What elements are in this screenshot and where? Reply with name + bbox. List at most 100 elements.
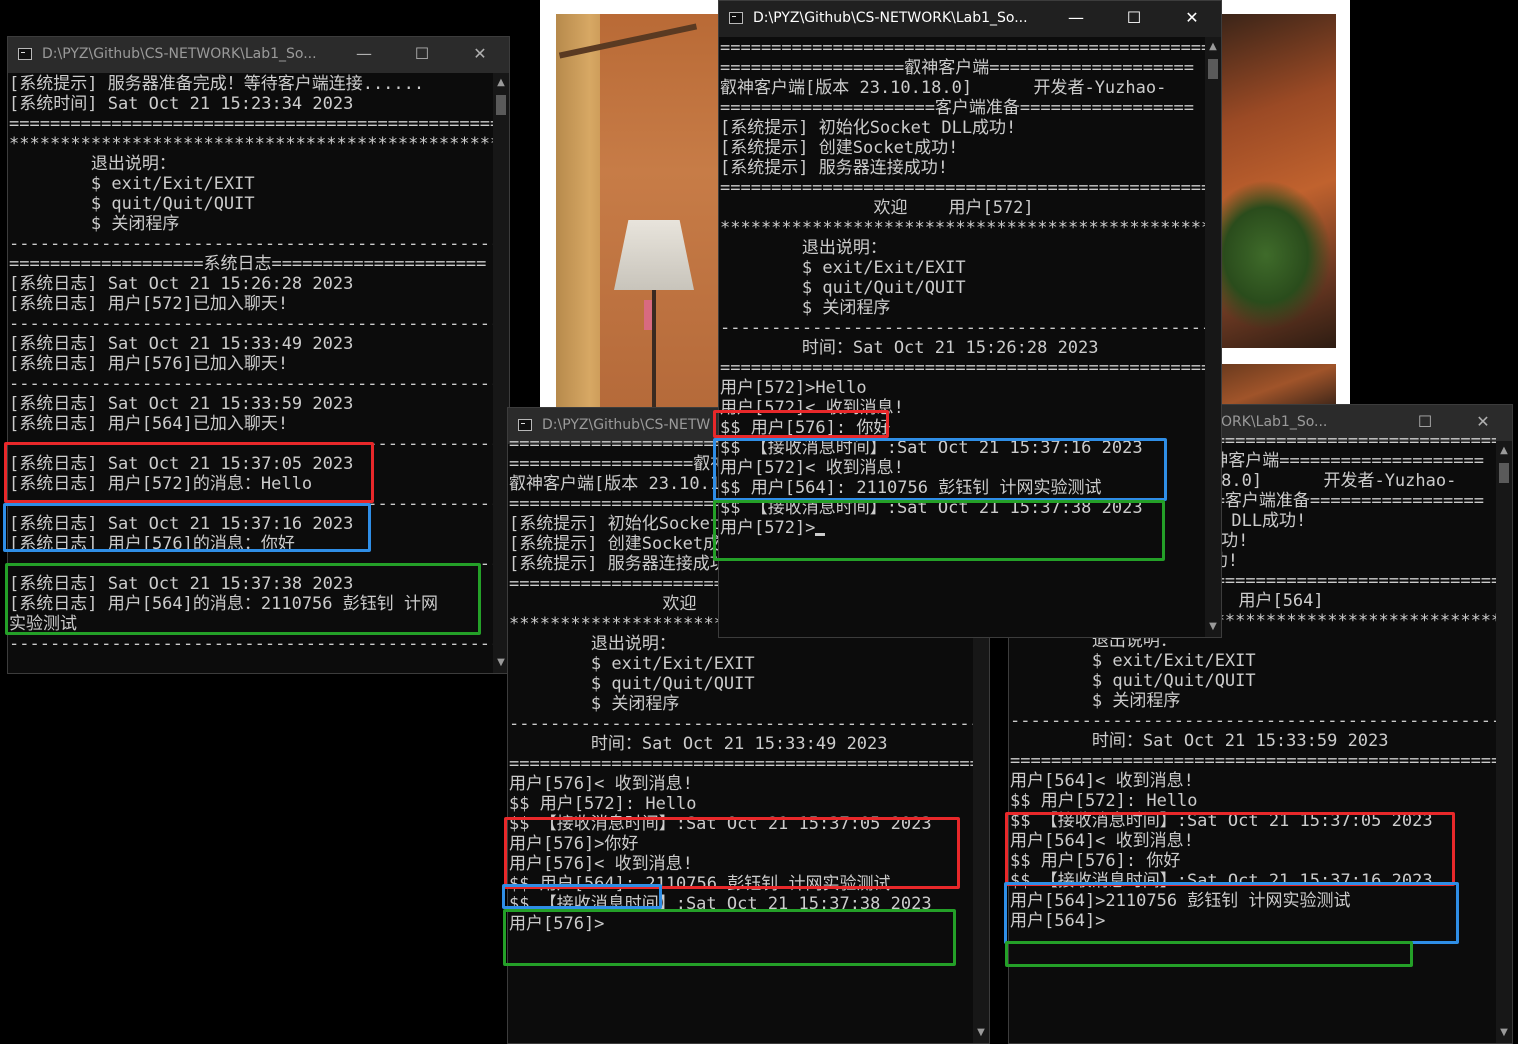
console-line: ----------------------------------------… <box>9 634 493 654</box>
console-line: [系统提示] 服务器准备完成！等待客户端连接...... <box>9 74 425 94</box>
console-line: 用户[564]< 收到消息! <box>1010 831 1194 851</box>
console-line: [系统日志] 用户[576]已加入聊天! <box>9 354 289 374</box>
console-line: ========================================… <box>720 178 1205 198</box>
scroll-up-icon[interactable]: ▲ <box>1496 443 1512 459</box>
console-line: 用户[576]< 收到消息! <box>509 854 693 874</box>
console-line: $ 关闭程序 <box>720 298 891 318</box>
console-line: ========================================… <box>720 358 1205 378</box>
scroll-thumb[interactable] <box>1208 59 1218 79</box>
console-line: $ 关闭程序 <box>9 214 180 234</box>
console-line: 用户[572]> <box>720 518 1205 538</box>
console-line: $ 关闭程序 <box>1010 691 1181 711</box>
window-title: D:\PYZ\Github\CS-NETWORK\Lab1_So... <box>42 46 317 62</box>
minimize-button[interactable]: — <box>1047 1 1105 37</box>
console-line: ****************************************… <box>9 134 493 154</box>
maximize-button[interactable]: ☐ <box>1105 1 1163 37</box>
scrollbar[interactable]: ▲ ▼ <box>1205 37 1221 637</box>
console-line: ****************************************… <box>720 218 1205 238</box>
console-line: 欢迎 用户[572] <box>720 198 1034 218</box>
plant-image <box>1222 180 1332 330</box>
console-line: ----------------------------------------… <box>1010 711 1496 731</box>
console-line: $$ 【接收消息时间】:Sat Oct 21 15:37:05 2023 <box>1010 811 1433 831</box>
console-line: $$ 【接收消息时间】:Sat Oct 21 15:37:05 2023 <box>509 814 932 834</box>
console-line: $ exit/Exit/EXIT <box>1010 651 1256 671</box>
console-line: [系统日志] 用户[564]已加入聊天! <box>9 414 289 434</box>
console-line: [系统日志] Sat Oct 21 15:26:28 2023 <box>9 274 354 294</box>
console-line: ----------------------------------------… <box>9 494 493 514</box>
console-line: 叡神客户端[版本 23.10.18.0] 开发者-Yuzhao- <box>720 78 1167 98</box>
title-bar[interactable]: D:\PYZ\Github\CS-NETWORK\Lab1_So... — ☐ … <box>719 1 1221 37</box>
window-title: ORK\Lab1_So... <box>1221 414 1328 430</box>
console-line: [系统日志] Sat Oct 21 15:37:38 2023 <box>9 574 354 594</box>
console-line: ========================================… <box>720 38 1205 58</box>
scroll-up-icon[interactable]: ▲ <box>1205 39 1221 55</box>
console-line: ----------------------------------------… <box>509 714 973 734</box>
scroll-thumb[interactable] <box>1499 463 1509 483</box>
console-line: 用户[572]< 收到消息! <box>720 398 904 418</box>
console-line: 退出说明： <box>9 154 176 174</box>
console-line: ----------------------------------------… <box>9 374 493 394</box>
client-572-console-window[interactable]: D:\PYZ\Github\CS-NETWORK\Lab1_So... — ☐ … <box>718 0 1222 638</box>
text-cursor <box>815 533 826 536</box>
console-line: $ quit/Quit/QUIT <box>720 278 966 298</box>
console-line: =====================客户端准备==============… <box>720 98 1194 118</box>
close-button[interactable]: ✕ <box>451 37 509 73</box>
console-line: [系统提示] 创建Socket成功! <box>720 138 959 158</box>
console-line: [系统日志] 用户[576]的消息：你好 <box>9 534 295 554</box>
console-line: 实验测试 <box>9 614 77 634</box>
console-line: $ quit/Quit/QUIT <box>1010 671 1256 691</box>
console-line: ========================================… <box>1010 751 1496 771</box>
console-line: [系统提示] 服务器连接成功! <box>720 158 948 178</box>
console-line: 时间：Sat Oct 21 15:26:28 2023 <box>720 338 1099 358</box>
console-line: [系统日志] 用户[572]已加入聊天! <box>9 294 289 314</box>
scroll-up-icon[interactable]: ▲ <box>493 75 509 91</box>
console-line: $$ 用户[576]: 你好 <box>1010 851 1181 871</box>
console-output: ========================================… <box>719 38 1205 637</box>
scroll-thumb[interactable] <box>496 95 506 115</box>
scroll-down-icon[interactable]: ▼ <box>973 1025 989 1041</box>
console-line: $$ 用户[572]: Hello <box>509 794 697 814</box>
console-line: 用户[564]> <box>1010 911 1106 931</box>
console-line: [系统日志] Sat Oct 21 15:33:49 2023 <box>9 334 354 354</box>
maximize-button[interactable]: ☐ <box>393 37 451 73</box>
console-line: $$ 用户[564]: 2110756 彭钰钊 计网实验测试 <box>720 478 1102 498</box>
console-line: $$ 用户[576]: 你好 <box>720 418 891 438</box>
console-line: ----------------------------------------… <box>9 554 493 574</box>
console-line: 时间：Sat Oct 21 15:33:49 2023 <box>509 734 888 754</box>
console-line: $$ 【接收消息时间】:Sat Oct 21 15:37:38 2023 <box>720 498 1143 518</box>
console-icon <box>518 419 532 431</box>
console-line: ----------------------------------------… <box>9 234 493 254</box>
console-icon <box>18 48 32 60</box>
console-line: $ quit/Quit/QUIT <box>9 194 255 214</box>
console-line: 退出说明： <box>720 238 887 258</box>
scroll-down-icon[interactable]: ▼ <box>1205 619 1221 635</box>
console-line: $ quit/Quit/QUIT <box>509 674 755 694</box>
title-bar[interactable]: D:\PYZ\Github\CS-NETWORK\Lab1_So... — ☐ … <box>8 37 509 73</box>
console-line: [系统日志] Sat Oct 21 15:33:59 2023 <box>9 394 354 414</box>
scroll-down-icon[interactable]: ▼ <box>1496 1025 1512 1041</box>
window-title: D:\PYZ\Github\CS-NETW <box>542 417 711 433</box>
lamp-pole-image <box>652 290 656 408</box>
console-line: [系统日志] 用户[564]的消息：2110756 彭钰钊 计网 <box>9 594 438 614</box>
console-line: $$ 用户[564]: 2110756 彭钰钊 计网实验测试 <box>509 874 891 894</box>
console-line: 用户[572]< 收到消息! <box>720 458 904 478</box>
console-line: $$ 【接收消息时间】:Sat Oct 21 15:37:16 2023 <box>1010 871 1433 891</box>
console-line: ----------------------------------------… <box>9 434 493 454</box>
console-line: [系统时间] Sat Oct 21 15:23:34 2023 <box>9 94 354 114</box>
console-line: 用户[576]> <box>509 914 605 934</box>
close-button[interactable]: ✕ <box>1163 1 1221 37</box>
room-decor-image-lower <box>1220 364 1336 408</box>
console-line: [系统日志] 用户[572]的消息：Hello <box>9 474 313 494</box>
console-output: [系统提示] 服务器准备完成！等待客户端连接...... [系统时间] Sat O… <box>8 74 493 673</box>
console-icon <box>729 12 743 24</box>
console-line: $ exit/Exit/EXIT <box>509 654 755 674</box>
minimize-button[interactable]: — <box>335 37 393 73</box>
console-line: 用户[564]< 收到消息! <box>1010 771 1194 791</box>
scrollbar[interactable]: ▲ ▼ <box>1496 441 1512 1043</box>
console-line: $$ 【接收消息时间】:Sat Oct 21 15:37:16 2023 <box>720 438 1143 458</box>
window-title: D:\PYZ\Github\CS-NETWORK\Lab1_So... <box>753 10 1028 26</box>
console-line: 用户[576]< 收到消息! <box>509 774 693 794</box>
server-console-window[interactable]: D:\PYZ\Github\CS-NETWORK\Lab1_So... — ☐ … <box>7 36 510 674</box>
console-line: 时间：Sat Oct 21 15:33:59 2023 <box>1010 731 1389 751</box>
console-line: $ exit/Exit/EXIT <box>720 258 966 278</box>
